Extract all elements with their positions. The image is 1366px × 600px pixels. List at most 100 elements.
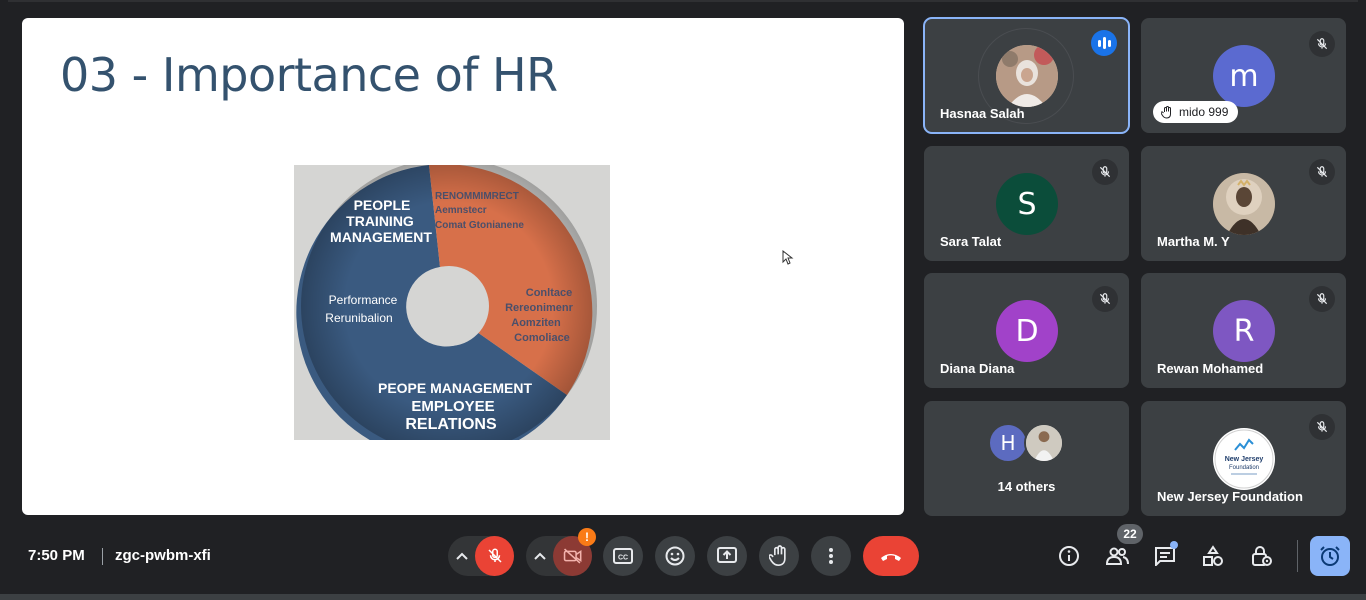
avatar-photo — [1213, 173, 1275, 235]
camera-control-group: ! — [526, 528, 596, 576]
label-relations: RELATIONS — [405, 416, 497, 433]
meeting-details-button[interactable] — [1053, 540, 1085, 572]
svg-text:Foundation: Foundation — [1229, 465, 1259, 471]
others-avatars: H — [988, 423, 1064, 463]
participant-tile-martha[interactable]: Martha M. Y — [1141, 146, 1346, 261]
more-vert-icon — [829, 548, 833, 564]
mic-off-icon — [1092, 286, 1118, 312]
more-options-button[interactable] — [811, 536, 851, 576]
label-peope-management: PEOPE MANAGEMENT — [378, 380, 532, 396]
participant-tile-mido-999[interactable]: m mido 999 — [1141, 18, 1346, 133]
label-performance: Performance — [329, 293, 398, 307]
emoji-icon — [665, 546, 685, 566]
captions-button[interactable]: CC — [603, 536, 643, 576]
participant-name: Sara Talat — [940, 234, 1002, 249]
raise-hand-icon — [769, 545, 786, 567]
camera-options-button[interactable] — [526, 536, 553, 576]
avatar: S — [996, 173, 1058, 235]
svg-text:CC: CC — [618, 555, 628, 562]
divider — [1297, 540, 1298, 572]
present-screen-button[interactable] — [707, 536, 747, 576]
participant-tile-sara-talat[interactable]: S Sara Talat — [924, 146, 1129, 261]
others-tile[interactable]: H 14 others — [924, 401, 1129, 516]
avatar: m — [1213, 45, 1275, 107]
participant-name: Diana Diana — [940, 361, 1015, 376]
avatar: D — [996, 300, 1058, 362]
mic-off-icon — [1092, 159, 1118, 185]
chevron-up-icon — [533, 552, 546, 560]
participant-name: Martha M. Y — [1157, 234, 1230, 249]
speaking-indicator-icon — [1091, 30, 1117, 56]
activities-button[interactable] — [1197, 540, 1229, 572]
mic-off-icon — [1309, 414, 1335, 440]
label-employee: EMPLOYEE — [411, 398, 494, 415]
svg-text:New Jersey: New Jersey — [1225, 456, 1264, 463]
window-bottom-edge — [0, 594, 1366, 600]
leave-call-button[interactable] — [863, 536, 919, 576]
participant-name: Hasnaa Salah — [940, 106, 1025, 121]
mic-toggle-button[interactable] — [475, 536, 514, 576]
hr-donut-figure: PEOPLE TRAINING MANAGEMENT RENOMMIMRECT … — [294, 165, 610, 440]
chevron-up-icon — [455, 552, 468, 560]
chat-unread-dot — [1170, 541, 1178, 549]
mic-off-icon — [1309, 31, 1335, 57]
mic-off-icon — [1309, 286, 1335, 312]
host-controls-button[interactable] — [1245, 540, 1277, 572]
current-time: 7:50 PM — [28, 547, 85, 564]
mic-off-icon — [488, 548, 502, 563]
label-orange-4: Conltace — [526, 287, 572, 299]
hand-icon — [1161, 105, 1171, 119]
participant-tile-new-jersey-foundation[interactable]: New Jersey Foundation New Jersey Foundat… — [1141, 401, 1346, 516]
people-icon — [1105, 547, 1129, 565]
label-management: MANAGEMENT — [330, 229, 432, 245]
raised-hand-badge: mido 999 — [1153, 101, 1239, 123]
participant-name: New Jersey Foundation — [1157, 489, 1303, 504]
participant-tile-diana[interactable]: D Diana Diana — [924, 273, 1129, 388]
participant-name: mido 999 — [1179, 105, 1229, 119]
mic-off-icon — [1309, 159, 1335, 185]
label-training: TRAINING — [346, 213, 414, 229]
participant-tile-rewan[interactable]: R Rewan Mohamed — [1141, 273, 1346, 388]
avatar-photo — [1024, 423, 1064, 463]
call-controls-bar: 7:50 PM zgc-pwbm-xfi ! CC 22 — [0, 520, 1366, 592]
divider — [102, 548, 103, 565]
mouse-cursor-icon — [782, 250, 794, 265]
people-button[interactable]: 22 — [1101, 524, 1143, 572]
camera-toggle-button[interactable]: ! — [553, 528, 596, 576]
participant-name: Rewan Mohamed — [1157, 361, 1264, 376]
top-divider — [8, 0, 1358, 2]
meeting-code: zgc-pwbm-xfi — [115, 547, 211, 564]
avatar-logo: New Jersey Foundation — [1213, 428, 1275, 490]
participant-tile-hasnaa-salah[interactable]: Hasnaa Salah — [923, 17, 1130, 134]
donut-hole — [409, 266, 489, 346]
label-orange-1: RENOMMIMRECT — [435, 191, 519, 202]
present-icon — [717, 547, 737, 563]
label-orange-2: Aemnstecr — [435, 205, 487, 216]
chat-button[interactable] — [1149, 540, 1181, 572]
chat-icon — [1155, 547, 1175, 566]
label-people: PEOPLE — [354, 197, 411, 213]
host-controls-icon — [1252, 546, 1272, 566]
mic-control-group — [448, 536, 514, 576]
avatar: H — [988, 423, 1028, 463]
label-orange-3: Comat Gtonianene — [435, 220, 524, 231]
emoji-reactions-button[interactable] — [655, 536, 695, 576]
activities-icon — [1203, 545, 1223, 566]
alarm-icon — [1320, 546, 1340, 566]
timer-button[interactable] — [1310, 536, 1350, 576]
slide-title: 03 - Importance of HR — [60, 48, 558, 102]
captions-icon: CC — [613, 548, 633, 564]
label-renumeration: Rerunibalion — [325, 311, 392, 325]
label-orange-5: Rereonimenr — [505, 302, 574, 314]
raise-hand-button[interactable] — [759, 536, 799, 576]
label-orange-6: Aomziten — [511, 317, 561, 329]
others-label: 14 others — [997, 479, 1056, 494]
presentation-area: 03 - Importance of HR PEOPLE TRAINING MA… — [22, 18, 904, 515]
info-icon — [1059, 546, 1079, 566]
avatar-photo — [996, 45, 1058, 107]
avatar: R — [1213, 300, 1275, 362]
camera-warning-badge: ! — [578, 528, 596, 546]
camera-off-icon — [563, 548, 582, 564]
label-orange-7: Comoliace — [514, 332, 570, 344]
mic-options-button[interactable] — [448, 536, 475, 576]
